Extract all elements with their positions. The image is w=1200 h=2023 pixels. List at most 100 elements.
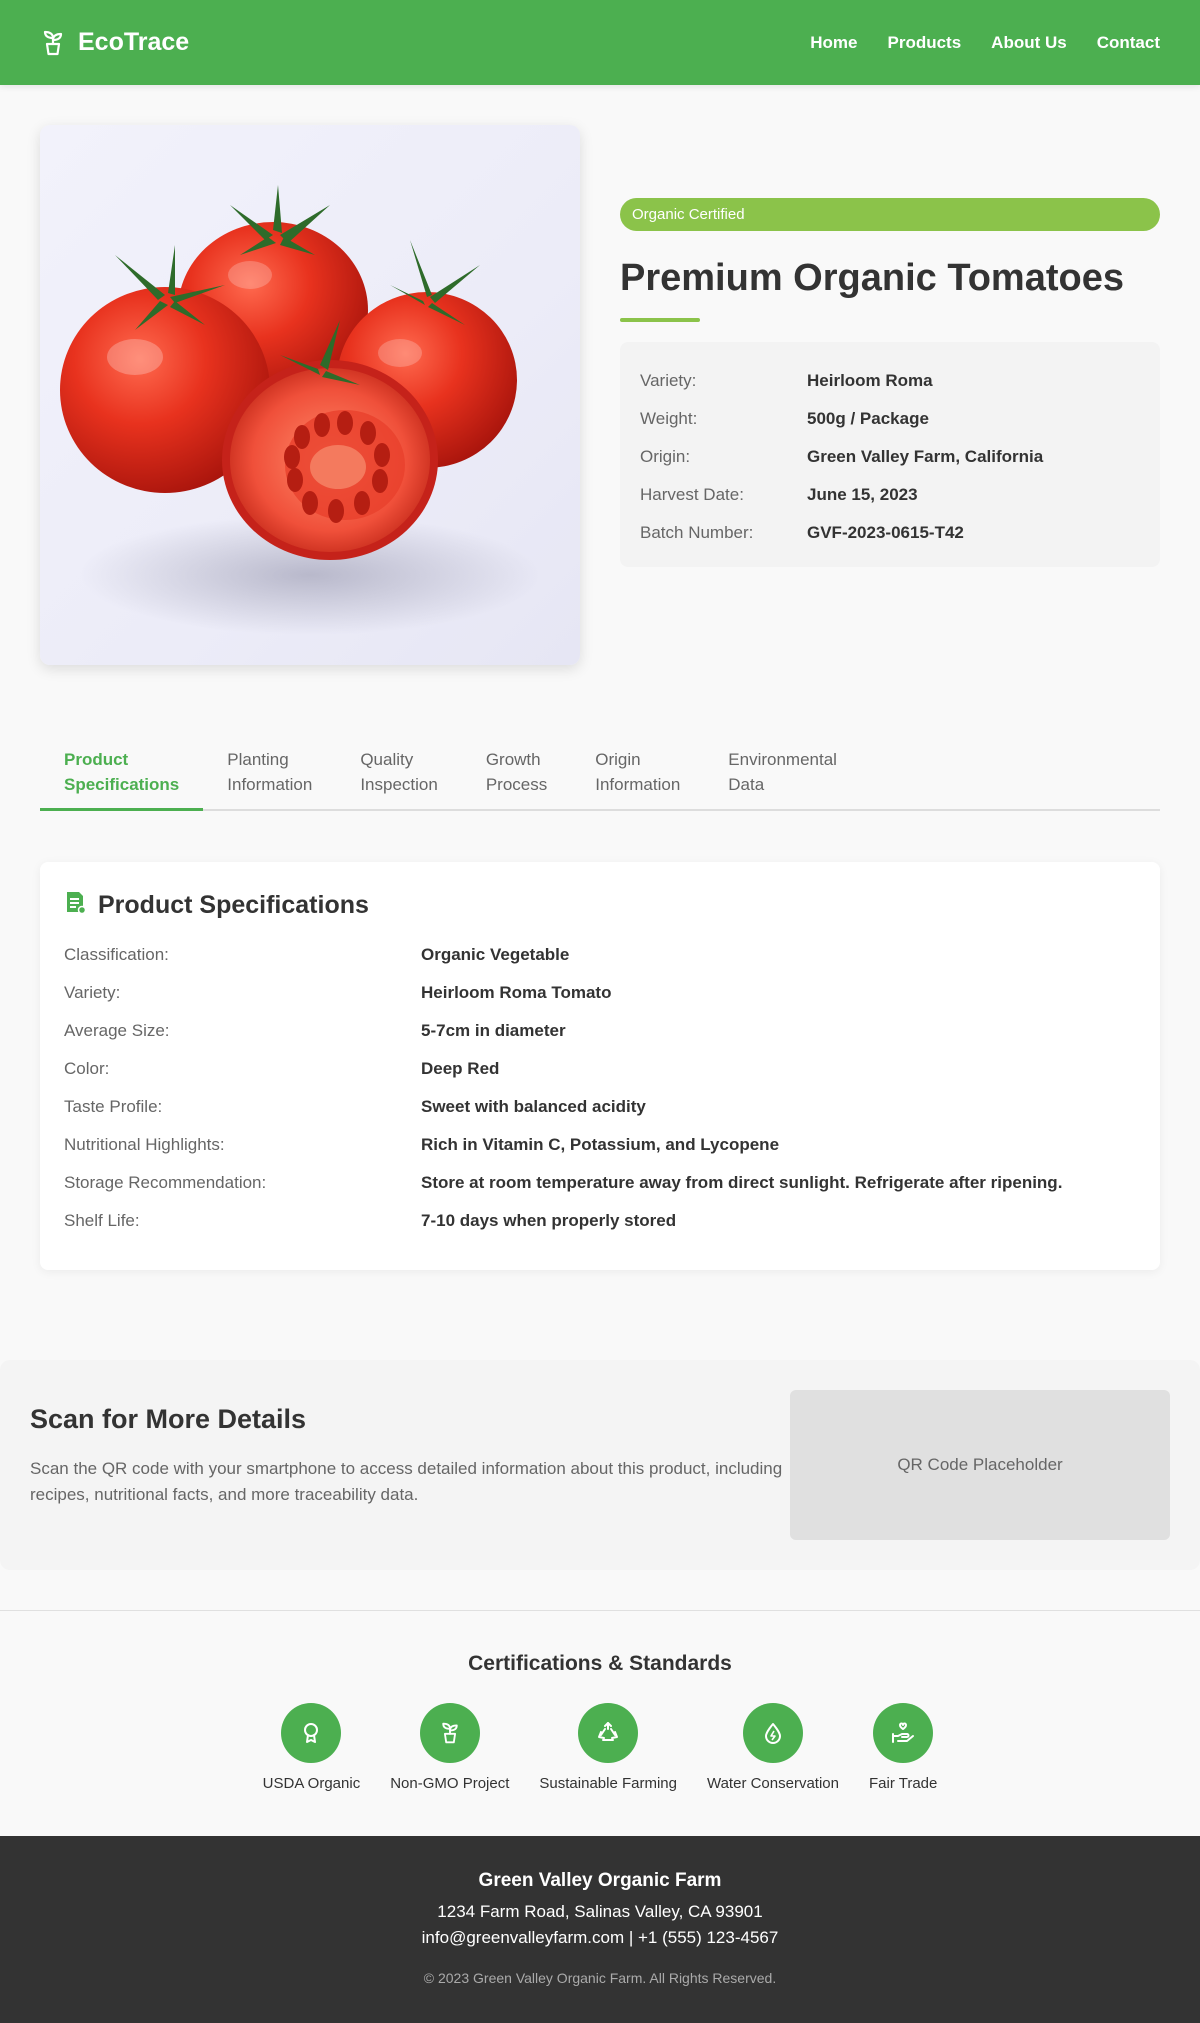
water-drop-icon [742, 1703, 803, 1763]
specs-list: Classification: Organic Vegetable Variety… [64, 936, 1136, 1240]
info-row-variety: Variety: Heirloom Roma [640, 362, 1140, 400]
tab-label: Environmental Data [728, 750, 837, 794]
info-value: Heirloom Roma [807, 371, 933, 390]
spec-row: Classification: Organic Vegetable [64, 936, 1136, 974]
spec-value: 5-7cm in diameter [421, 1021, 566, 1040]
spec-label: Classification: [64, 945, 169, 964]
spec-row: Average Size: 5-7cm in diameter [64, 1012, 1136, 1050]
recycle-icon [578, 1703, 639, 1763]
tab-quality-inspection[interactable]: Quality Inspection [336, 735, 462, 809]
spec-value: 7-10 days when properly stored [421, 1211, 677, 1230]
info-label: Batch Number: [640, 523, 754, 542]
site-header: EcoTrace Home Products About Us Contact [0, 0, 1200, 85]
cert-label: Sustainable Farming [539, 1775, 677, 1792]
info-label: Origin: [640, 447, 691, 466]
certifications-list: USDA Organic Non-GMO Project Sustainable… [0, 1703, 1200, 1792]
info-value: Green Valley Farm, California [807, 447, 1044, 466]
tab-origin-information[interactable]: Origin Information [571, 735, 704, 809]
tab-growth-process[interactable]: Growth Process [462, 735, 571, 809]
specs-heading: Product Specifications [64, 886, 1136, 924]
product-title: Premium Organic Tomatoes [620, 257, 1124, 299]
cert-label: Non-GMO Project [390, 1775, 510, 1792]
cert-sustainable-farming: Sustainable Farming [524, 1703, 692, 1792]
seedling-icon [40, 30, 66, 56]
spec-label: Average Size: [64, 1021, 170, 1040]
spec-value: Sweet with balanced acidity [421, 1097, 646, 1116]
cert-non-gmo: Non-GMO Project [375, 1703, 524, 1792]
spec-label: Color: [64, 1059, 110, 1078]
cert-usda-organic: USDA Organic [248, 1703, 376, 1792]
spec-value: Rich in Vitamin C, Potassium, and Lycope… [421, 1135, 780, 1154]
spec-label: Shelf Life: [64, 1211, 140, 1230]
detail-tabs: Product Specifications Planting Informat… [40, 735, 1160, 811]
logo[interactable]: EcoTrace [40, 28, 189, 57]
footer-copyright: © 2023 Green Valley Organic Farm. All Ri… [423, 1970, 777, 1986]
info-row-weight: Weight: 500g / Package [640, 400, 1140, 438]
tab-planting-information[interactable]: Planting Information [203, 735, 336, 809]
info-row-batch-number: Batch Number: GVF-2023-0615-T42 [640, 514, 1140, 552]
tab-label: Planting Information [227, 750, 313, 794]
cert-water-conservation: Water Conservation [692, 1703, 854, 1792]
main-nav: Home Products About Us Contact [810, 33, 1160, 53]
info-label: Harvest Date: [640, 485, 744, 504]
site-footer: Green Valley Organic Farm 1234 Farm Road… [0, 1836, 1200, 2023]
spec-row: Variety: Heirloom Roma Tomato [64, 974, 1136, 1012]
title-underline [620, 318, 700, 322]
logo-text: EcoTrace [78, 28, 190, 56]
tab-label: Growth Process [485, 750, 548, 794]
spec-value: Heirloom Roma Tomato [421, 983, 612, 1002]
cert-label: Fair Trade [868, 1775, 938, 1792]
product-image [40, 125, 580, 665]
info-row-origin: Origin: Green Valley Farm, California [640, 438, 1140, 476]
qr-placeholder-text: QR Code Placeholder [897, 1455, 1063, 1474]
hand-holding-icon [873, 1703, 934, 1763]
qr-code[interactable]: QR Code Placeholder [790, 1390, 1170, 1540]
info-row-harvest-date: Harvest Date: June 15, 2023 [640, 476, 1140, 514]
tab-product-specifications[interactable]: Product Specifications [40, 735, 204, 811]
spec-row: Shelf Life: 7-10 days when properly store… [64, 1202, 1136, 1240]
certifications-title: Certifications & Standards [468, 1652, 732, 1675]
info-label: Variety: [640, 371, 697, 390]
cert-label: Water Conservation [706, 1775, 839, 1792]
spec-label: Variety: [64, 983, 121, 1002]
product-info: Organic Certified Premium Organic Tomato… [620, 198, 1160, 567]
document-icon [64, 890, 87, 921]
award-icon [281, 1703, 342, 1763]
qr-title: Scan for More Details [30, 1404, 307, 1434]
tab-label: Quality Inspection [360, 750, 438, 794]
product-info-box: Variety: Heirloom Roma Weight: 500g / Pa… [620, 342, 1160, 567]
spec-row: Nutritional Highlights: Rich in Vitamin C… [64, 1126, 1136, 1164]
footer-farm-name: Green Valley Organic Farm [478, 1870, 722, 1891]
spec-value: Deep Red [421, 1059, 500, 1078]
info-value: June 15, 2023 [807, 485, 918, 504]
tab-environmental-data[interactable]: Environmental Data [704, 735, 861, 809]
section-divider [0, 1610, 1200, 1611]
info-label: Weight: [640, 409, 698, 428]
spec-row: Storage Recommendation: Store at room tem… [64, 1164, 1136, 1202]
spec-label: Nutritional Highlights: [64, 1135, 225, 1154]
qr-section: Scan for More Details Scan the QR code w… [0, 1360, 1200, 1570]
info-value: GVF-2023-0615-T42 [807, 523, 964, 542]
tab-label: Product Specifications [64, 750, 180, 794]
seedling-icon [419, 1703, 480, 1763]
nav-products[interactable]: Products [887, 33, 961, 53]
nav-home[interactable]: Home [810, 33, 857, 53]
nav-about-us[interactable]: About Us [991, 33, 1067, 53]
spec-label: Storage Recommendation: [64, 1173, 267, 1192]
nav-contact[interactable]: Contact [1097, 33, 1160, 53]
cert-fair-trade: Fair Trade [854, 1703, 952, 1792]
spec-label: Taste Profile: [64, 1097, 163, 1116]
spec-row: Color: Deep Red [64, 1050, 1136, 1088]
footer-contact: info@greenvalleyfarm.com | +1 (555) 123-… [421, 1928, 779, 1947]
specifications-card: Product Specifications Classification: Or… [40, 862, 1160, 1270]
tab-label: Origin Information [595, 750, 681, 794]
info-value: 500g / Package [807, 409, 929, 428]
spec-value: Store at room temperature away from dire… [421, 1173, 1063, 1192]
organic-certified-badge: Organic Certified [620, 198, 1160, 231]
footer-address: 1234 Farm Road, Salinas Valley, CA 93901 [437, 1902, 763, 1921]
spec-value: Organic Vegetable [421, 945, 570, 964]
cert-label: USDA Organic [262, 1775, 361, 1792]
spec-row: Taste Profile: Sweet with balanced acidit… [64, 1088, 1136, 1126]
qr-description: Scan the QR code with your smartphone to… [30, 1459, 783, 1504]
specs-heading-text: Product Specifications [98, 890, 369, 919]
